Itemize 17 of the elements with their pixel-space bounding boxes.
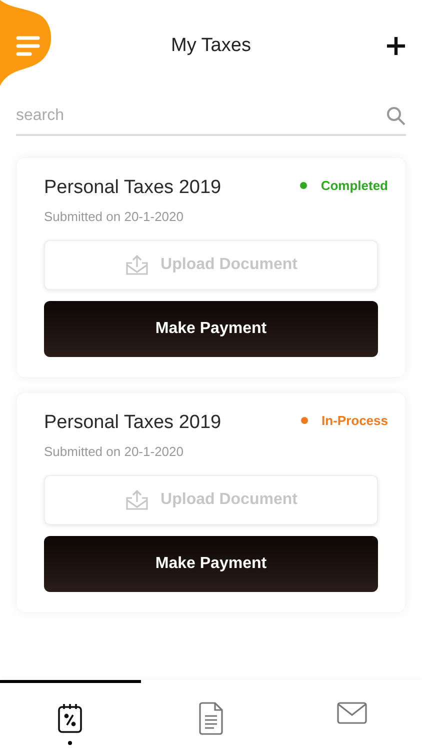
- document-icon: [198, 702, 224, 735]
- submitted-date: Submitted on 20-1-2020: [44, 442, 184, 460]
- make-payment-button[interactable]: Make Payment: [44, 301, 378, 357]
- page-title: My Taxes: [171, 34, 251, 58]
- tax-calendar-icon: [57, 702, 84, 734]
- card-title: Personal Taxes 2019: [44, 176, 222, 200]
- upload-icon: [124, 254, 149, 276]
- search-icon: [386, 106, 406, 126]
- make-payment-button[interactable]: Make Payment: [44, 536, 378, 592]
- search-field[interactable]: search: [16, 98, 386, 134]
- card-title: Personal Taxes 2019: [44, 411, 222, 435]
- upload-icon: [124, 489, 149, 511]
- add-button[interactable]: [386, 36, 406, 56]
- submitted-date: Submitted on 20-1-2020: [44, 208, 184, 226]
- mail-icon: [336, 702, 367, 724]
- status-label: In-Process: [322, 412, 388, 430]
- status-label: Completed: [320, 177, 388, 195]
